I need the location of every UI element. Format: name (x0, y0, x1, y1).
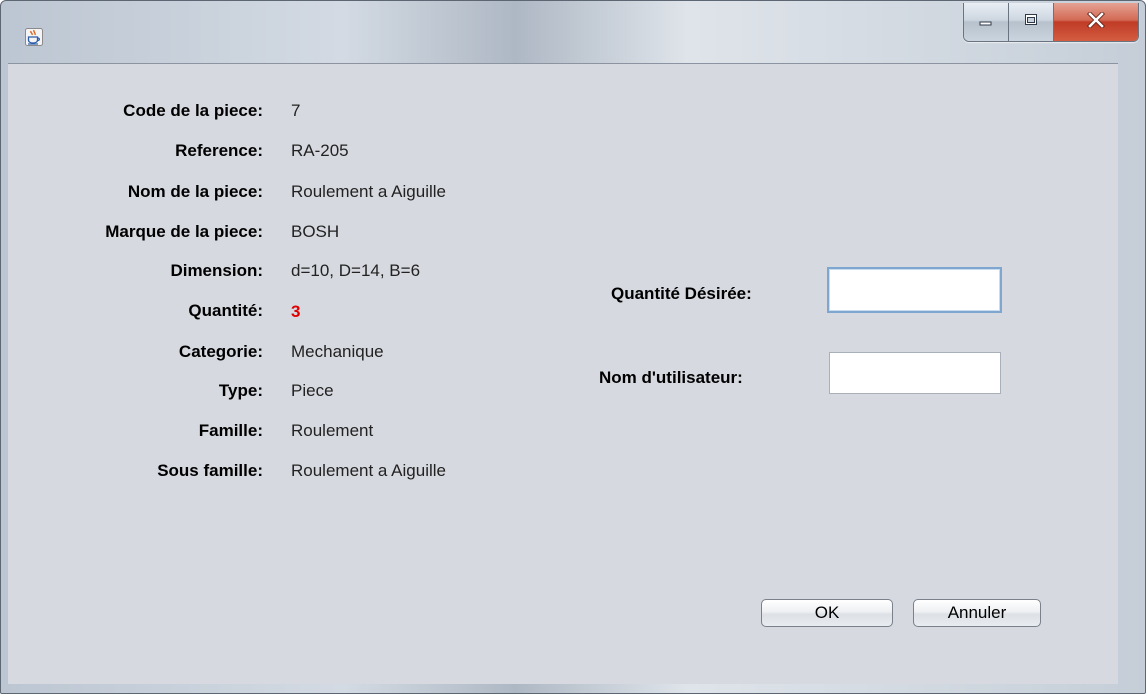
minimize-button[interactable] (964, 3, 1009, 41)
dialog-window: Code de la piece: 7 Reference: RA-205 No… (0, 0, 1146, 694)
maximize-icon (1023, 13, 1039, 32)
value-nom-piece: Roulement a Aiguille (291, 182, 446, 201)
dialog-content: Code de la piece: 7 Reference: RA-205 No… (8, 63, 1118, 684)
label-code: Code de la piece: (123, 101, 263, 120)
value-sous-famille: Roulement a Aiguille (291, 461, 446, 480)
value-code: 7 (291, 101, 301, 120)
ok-button[interactable]: OK (761, 599, 893, 627)
close-button[interactable] (1054, 3, 1138, 41)
value-categorie: Mechanique (291, 342, 384, 361)
cancel-button[interactable]: Annuler (913, 599, 1041, 627)
maximize-button[interactable] (1009, 3, 1054, 41)
label-sous-famille: Sous famille: (157, 461, 263, 480)
value-reference: RA-205 (291, 141, 349, 160)
label-quantite: Quantité: (188, 301, 263, 320)
label-nom-piece: Nom de la piece: (127, 182, 263, 201)
minimize-icon (978, 13, 994, 31)
label-type: Type: (218, 381, 263, 400)
username-label: Nom d'utilisateur: (599, 368, 743, 387)
value-marque: BOSH (291, 222, 340, 241)
title-bar[interactable] (1, 1, 1145, 63)
label-dimension: Dimension: (170, 261, 263, 280)
label-famille: Famille: (198, 421, 263, 440)
value-type: Piece (291, 381, 334, 400)
label-marque: Marque de la piece: (105, 222, 263, 241)
java-coffee-cup-icon (25, 28, 43, 46)
quantity-desired-label: Quantité Désirée: (611, 284, 752, 303)
quantity-desired-input[interactable] (827, 267, 1002, 313)
window-controls (963, 3, 1139, 42)
value-quantite: 3 (291, 302, 301, 321)
close-icon (1087, 10, 1105, 33)
value-famille: Roulement (291, 421, 374, 440)
value-dimension: d=10, D=14, B=6 (291, 261, 421, 280)
label-reference: Reference: (175, 141, 263, 160)
username-input[interactable] (829, 352, 1001, 394)
label-categorie: Categorie: (178, 342, 263, 361)
